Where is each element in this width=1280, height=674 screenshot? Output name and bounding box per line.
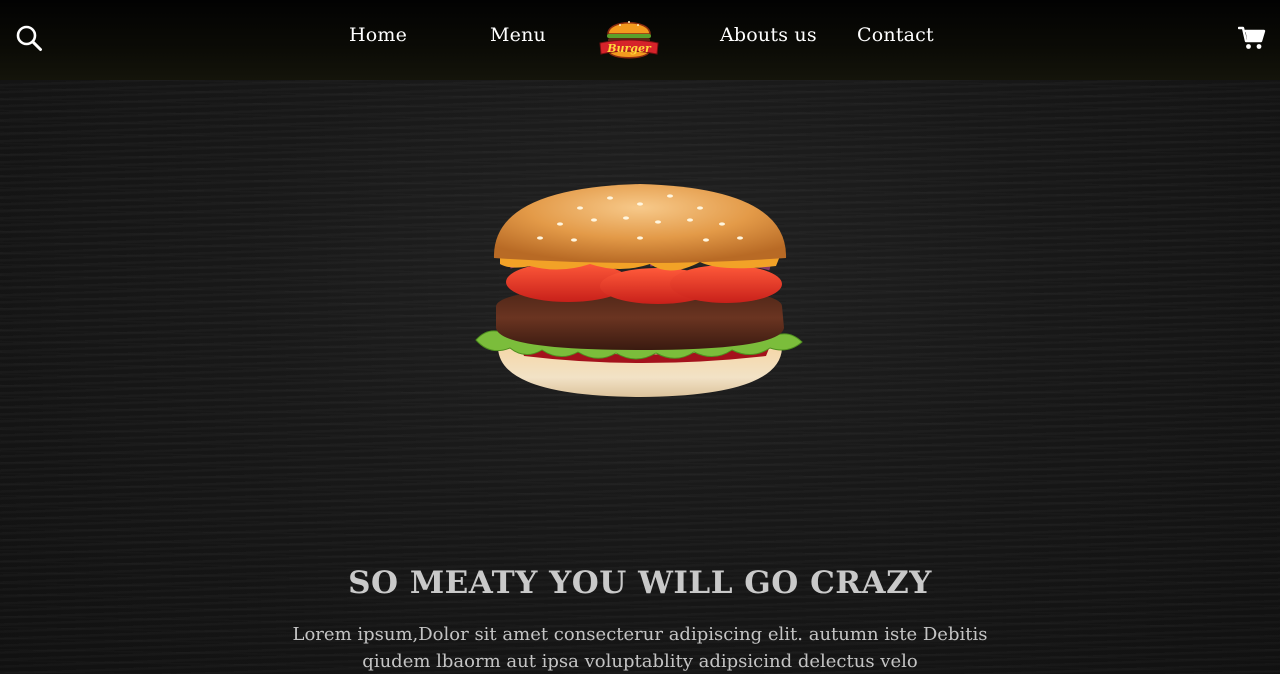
page: Home Menu Burger Abouts us Contact SO ME… bbox=[0, 0, 1280, 674]
nav-about-link[interactable]: Abouts us bbox=[720, 22, 817, 48]
nav-menu-link[interactable]: Menu bbox=[490, 22, 546, 48]
burger-image bbox=[470, 178, 810, 403]
cart-icon[interactable] bbox=[1237, 25, 1266, 51]
nav-contact-link[interactable]: Contact bbox=[857, 22, 934, 48]
hero-headline: SO MEATY YOU WILL GO CRAZY bbox=[348, 564, 932, 601]
burger-logo-icon[interactable]: Burger bbox=[594, 10, 664, 66]
nav-home-link[interactable]: Home bbox=[349, 22, 407, 48]
hero-description: Lorem ipsum,Dolor sit amet consecterur a… bbox=[292, 624, 988, 672]
site-header: Home Menu Burger Abouts us Contact bbox=[0, 0, 1280, 80]
svg-text:Burger: Burger bbox=[606, 42, 652, 55]
search-icon[interactable] bbox=[14, 23, 44, 53]
